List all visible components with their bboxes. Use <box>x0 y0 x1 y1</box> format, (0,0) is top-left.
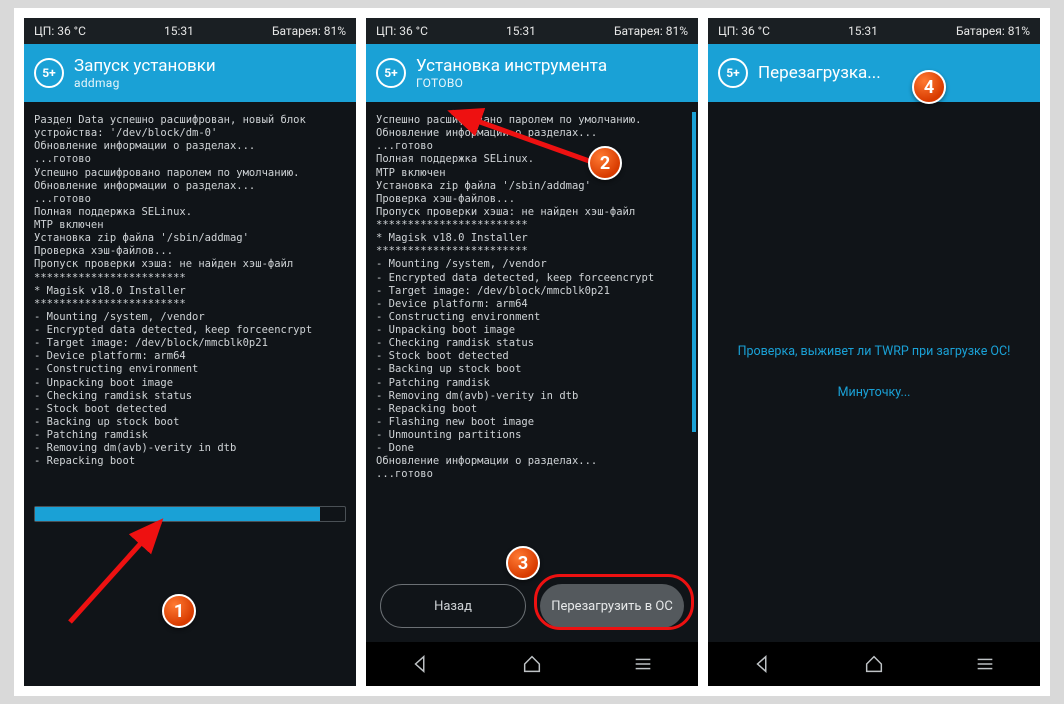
status-cpu: ЦП: 36 °C <box>718 24 770 38</box>
page-subtitle: addmag <box>74 76 216 90</box>
title-bar: 5+ Установка инструмента ГОТОВО <box>366 44 698 102</box>
status-bar: ЦП: 36 °C 15:31 Батарея: 81% <box>366 18 698 44</box>
console[interactable]: Успешно расшифровано паролем по умолчани… <box>366 102 698 544</box>
app-badge-icon: 5+ <box>376 58 406 88</box>
nav-home-icon[interactable] <box>521 653 543 675</box>
log-output: Успешно расшифровано паролем по умолчани… <box>376 114 688 482</box>
page-title: Запуск установки <box>74 56 216 76</box>
nav-home-icon[interactable] <box>863 653 885 675</box>
page-title: Перезагрузка... <box>758 63 881 83</box>
nav-recent-icon[interactable] <box>632 653 654 675</box>
wait-line-2: Минуточку... <box>838 385 911 400</box>
install-progress-fill <box>35 507 320 521</box>
console[interactable]: Раздел Data успешно расшифрован, новый б… <box>24 102 356 500</box>
reboot-os-button[interactable]: Перезагрузить в ОС <box>540 584 684 628</box>
title-bar: 5+ Запуск установки addmag <box>24 44 356 102</box>
nav-bar <box>708 642 1040 686</box>
app-badge-icon: 5+ <box>34 58 64 88</box>
nav-recent-icon[interactable] <box>974 653 996 675</box>
status-bar: ЦП: 36 °C 15:31 Батарея: 81% <box>708 18 1040 44</box>
screen-2: ЦП: 36 °C 15:31 Батарея: 81% 5+ Установк… <box>366 18 698 686</box>
app-badge-icon: 5+ <box>718 58 748 88</box>
scrollbar-indicator-icon[interactable] <box>692 112 696 432</box>
button-row: Назад Перезагрузить в ОС <box>366 584 698 642</box>
status-cpu: ЦП: 36 °C <box>34 24 86 38</box>
screen-3: ЦП: 36 °C 15:31 Батарея: 81% 5+ Перезагр… <box>708 18 1040 686</box>
log-output: Раздел Data успешно расшифрован, новый б… <box>34 114 346 468</box>
nav-back-icon[interactable] <box>410 653 432 675</box>
page-subtitle: ГОТОВО <box>416 76 607 90</box>
status-battery: Батарея: 81% <box>614 24 688 38</box>
wait-message: Проверка, выживет ли TWRP при загрузке О… <box>708 102 1040 642</box>
page-title: Установка инструмента <box>416 56 607 76</box>
title-bar: 5+ Перезагрузка... <box>708 44 1040 102</box>
wait-line-1: Проверка, выживет ли TWRP при загрузке О… <box>738 344 1011 359</box>
back-button[interactable]: Назад <box>380 584 526 628</box>
status-bar: ЦП: 36 °C 15:31 Батарея: 81% <box>24 18 356 44</box>
screen-1: ЦП: 36 °C 15:31 Батарея: 81% 5+ Запуск у… <box>24 18 356 686</box>
status-cpu: ЦП: 36 °C <box>376 24 428 38</box>
status-time: 15:31 <box>770 24 956 38</box>
status-time: 15:31 <box>428 24 614 38</box>
install-progress <box>34 506 346 522</box>
status-time: 15:31 <box>86 24 272 38</box>
status-battery: Батарея: 81% <box>956 24 1030 38</box>
nav-bar <box>366 642 698 686</box>
nav-back-icon[interactable] <box>752 653 774 675</box>
status-battery: Батарея: 81% <box>272 24 346 38</box>
